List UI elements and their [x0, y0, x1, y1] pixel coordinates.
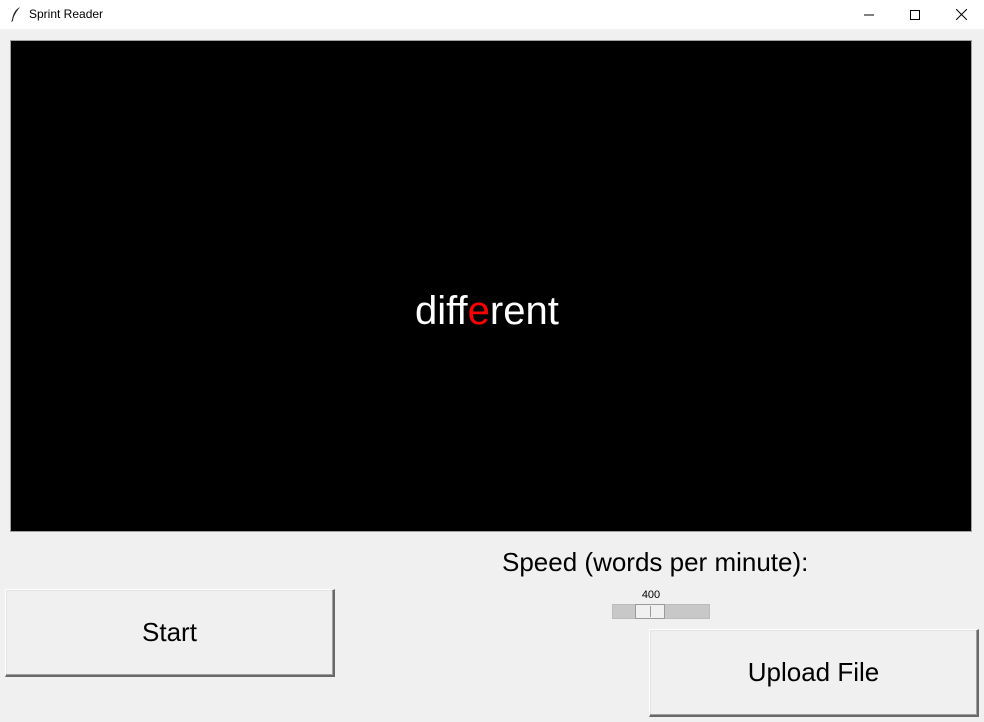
minimize-button[interactable] [846, 0, 892, 29]
maximize-icon [910, 9, 920, 20]
close-icon [955, 9, 967, 20]
maximize-button[interactable] [892, 0, 938, 29]
word-suffix: rent [489, 289, 559, 333]
sprint-reader-window: Sprint Reader different Speed (words per… [0, 0, 984, 722]
word-prefix: diff [415, 289, 468, 333]
minimize-icon [864, 14, 874, 15]
reader-display: different [10, 40, 972, 532]
upload-file-button[interactable]: Upload File [649, 629, 979, 717]
current-word: different [415, 287, 559, 335]
speed-label: Speed (words per minute): [502, 547, 809, 577]
speed-value: 400 [641, 589, 661, 601]
feather-icon [11, 7, 20, 22]
start-button[interactable]: Start [5, 589, 335, 677]
word-focus-letter: e [467, 289, 490, 333]
close-button[interactable] [938, 0, 984, 29]
speed-slider-thumb[interactable] [635, 604, 665, 619]
window-title: Sprint Reader [29, 7, 104, 21]
title-bar[interactable]: Sprint Reader [0, 0, 984, 29]
